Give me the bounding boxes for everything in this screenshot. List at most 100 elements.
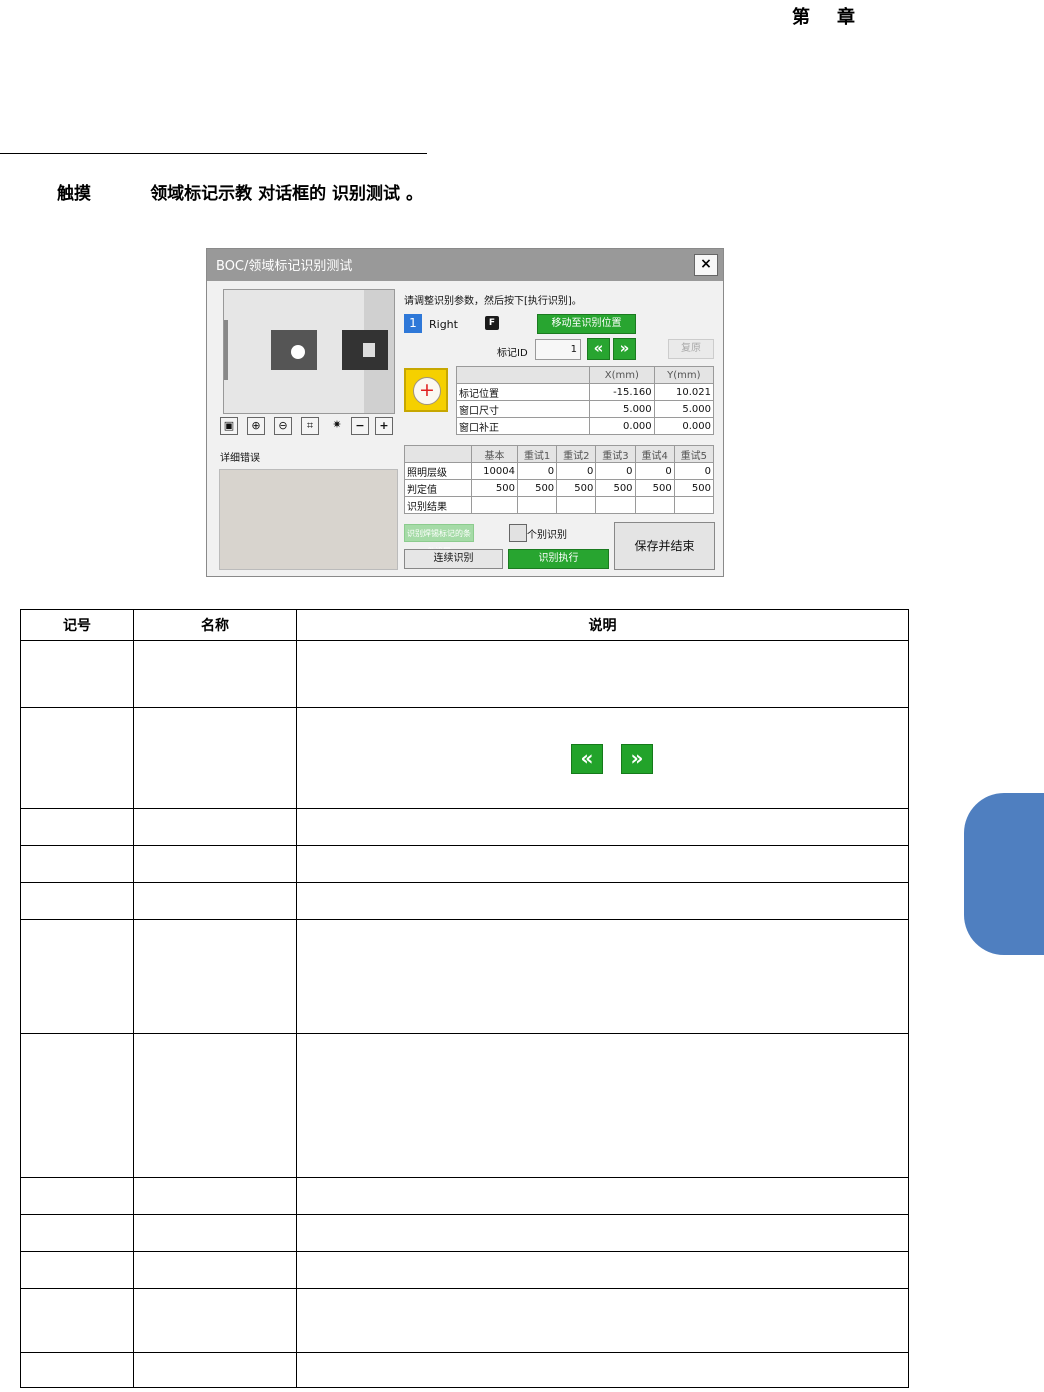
chapter-side-tab	[964, 793, 1044, 955]
row-label: 照明层级	[404, 462, 472, 480]
cell-value	[556, 496, 597, 514]
table-row: 照明层级 10004 0 0 0 0 0	[404, 462, 715, 480]
table-row: 识别结果	[404, 496, 715, 514]
zoom-out-icon[interactable]: ⊖	[274, 417, 292, 435]
retry-table: 基本 重试1 重试2 重试3 重试4 重试5 照明层级 10004 0 0 0 …	[404, 445, 715, 514]
move-to-position-button[interactable]: 移动至识别位置	[537, 314, 636, 334]
row-label: 窗口补正	[456, 417, 590, 435]
table-row	[20, 882, 909, 920]
recognition-test-dialog: BOC/领域标记识别测试 × ▣ ⊕ ⊖ ⌗ ✷ − + 详细错误 请调整识别参…	[206, 248, 724, 577]
side-label: Right	[429, 318, 458, 331]
cell-value[interactable]: 500	[556, 479, 597, 497]
dialog-title: BOC/领域标记识别测试	[216, 259, 353, 274]
camera-image	[224, 290, 394, 413]
retry-header: 重试1	[516, 445, 558, 463]
close-button[interactable]: ×	[694, 254, 718, 276]
zoom-in-icon[interactable]: ⊕	[247, 417, 265, 435]
cell-value	[516, 496, 558, 514]
retry-header: 重试2	[556, 445, 597, 463]
f-badge: F	[485, 316, 499, 330]
table-row: 判定值 500 500 500 500 500 500	[404, 479, 715, 497]
table-row	[20, 919, 909, 1034]
y-value: 0.000	[653, 417, 715, 435]
next-icon: »	[621, 744, 653, 774]
table-row	[20, 1177, 909, 1215]
brightness-icon[interactable]: ✷	[328, 417, 346, 435]
x-value: 0.000	[589, 417, 655, 435]
retry-header: 基本	[471, 445, 518, 463]
table-row	[20, 845, 909, 883]
retry-header: 重试3	[595, 445, 636, 463]
cell-value	[595, 496, 636, 514]
cell-value[interactable]: 500	[634, 479, 675, 497]
table-row	[20, 1251, 909, 1289]
cell-value[interactable]: 500	[595, 479, 636, 497]
cell-value[interactable]: 0	[516, 462, 558, 480]
row-label: 判定值	[404, 479, 472, 497]
camera-view[interactable]	[223, 289, 395, 414]
prev-icon: «	[571, 744, 603, 774]
error-detail-label: 详细错误	[220, 453, 260, 464]
prompt-text: 请调整识别参数，然后按下[执行识别]。	[404, 296, 582, 307]
cell-value	[673, 496, 715, 514]
error-detail-box	[219, 469, 398, 570]
plus-button[interactable]: +	[375, 417, 393, 435]
head-number-badge: 1	[404, 314, 422, 333]
cell-value[interactable]: 0	[673, 462, 715, 480]
instruction-text: 触摸 领域标记示教 对话框的 识别测试 。	[57, 184, 423, 204]
table-row: 窗口尺寸 5.000 5.000	[456, 400, 715, 418]
save-and-exit-button[interactable]: 保存并结束	[614, 522, 715, 570]
position-header: Y(mm)	[653, 366, 715, 384]
y-value: 5.000	[653, 400, 715, 418]
y-value: 10.021	[653, 383, 715, 401]
minus-button[interactable]: −	[351, 417, 369, 435]
mark-icon: +	[404, 368, 448, 412]
cell-value[interactable]: 0	[595, 462, 636, 480]
col-name-header: 名称	[133, 609, 297, 641]
cell-value[interactable]: 500	[471, 479, 518, 497]
plus-circle-icon: +	[413, 377, 441, 405]
mark-id-input[interactable]: 1	[535, 339, 581, 360]
retry-header: 重试4	[634, 445, 675, 463]
table-row: 标记位置 -15.160 10.021	[456, 383, 715, 401]
cell-value[interactable]: 0	[634, 462, 675, 480]
next-mark-button[interactable]: »	[613, 338, 636, 360]
continuous-recognition-button[interactable]: 连续识别	[404, 549, 503, 569]
cell-value	[471, 496, 518, 514]
individual-recognition-checkbox[interactable]	[509, 524, 527, 542]
position-header: X(mm)	[589, 366, 655, 384]
position-header	[456, 366, 590, 384]
x-value: -15.160	[589, 383, 655, 401]
cell-value[interactable]: 500	[673, 479, 715, 497]
table-row	[20, 707, 909, 809]
table-row	[20, 808, 909, 846]
row-label: 识别结果	[404, 496, 472, 514]
table-row	[20, 1288, 909, 1353]
table-row	[20, 1214, 909, 1252]
x-value: 5.000	[589, 400, 655, 418]
image-settings-icon[interactable]: ▣	[220, 417, 238, 435]
row-label: 标记位置	[456, 383, 590, 401]
cell-value	[634, 496, 675, 514]
fit-view-icon[interactable]: ⌗	[301, 417, 319, 435]
table-row	[20, 640, 909, 708]
header-rule	[0, 153, 427, 154]
retry-header: 重试5	[673, 445, 715, 463]
table-row	[20, 1033, 909, 1178]
retry-header	[404, 445, 472, 463]
cell-value[interactable]: 10004	[471, 462, 518, 480]
position-table: X(mm) Y(mm) 标记位置 -15.160 10.021 窗口尺寸 5.0…	[456, 366, 715, 435]
mark-id-label: 标记ID	[497, 348, 528, 359]
table-row: 窗口补正 0.000 0.000	[456, 417, 715, 435]
col-symbol-header: 记号	[20, 609, 134, 641]
condition-settings-button[interactable]: 识别焊锡标记的条件设置	[404, 524, 474, 556]
description-table: 记号 名称 说明	[20, 609, 909, 1388]
restore-button[interactable]: 复原	[668, 339, 714, 359]
execute-recognition-button[interactable]: 识别执行	[508, 549, 609, 569]
cell-value[interactable]: 500	[516, 479, 558, 497]
individual-recognition-label: 个别识别	[527, 530, 567, 541]
prev-mark-button[interactable]: «	[587, 338, 610, 360]
cell-value[interactable]: 0	[556, 462, 597, 480]
table-row	[20, 1352, 909, 1388]
dialog-title-bar: BOC/领域标记识别测试 ×	[207, 249, 723, 281]
